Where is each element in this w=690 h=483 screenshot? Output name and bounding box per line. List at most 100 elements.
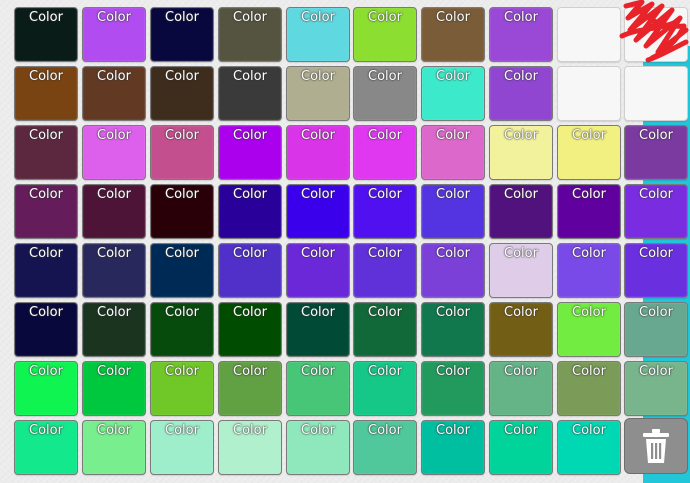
swatch-label: Color bbox=[572, 187, 606, 202]
color-swatch-r2-c6[interactable]: Color bbox=[353, 66, 417, 121]
color-swatch-r4-c2[interactable]: Color bbox=[82, 184, 146, 239]
color-swatch-r3-c5[interactable]: Color bbox=[286, 125, 350, 180]
color-swatch-r8-c8[interactable]: Color bbox=[489, 420, 553, 475]
color-swatch-r4-c8[interactable]: Color bbox=[489, 184, 553, 239]
color-swatch-r7-c9[interactable]: Color bbox=[557, 361, 621, 416]
color-swatch-r3-c10[interactable]: Color bbox=[624, 125, 688, 180]
swatch-label: Color bbox=[233, 10, 267, 25]
delete-color-button[interactable] bbox=[624, 418, 688, 474]
color-swatch-r5-c5[interactable]: Color bbox=[286, 243, 350, 298]
color-swatch-r8-c1[interactable]: Color bbox=[14, 420, 78, 475]
color-swatch-r2-c10[interactable] bbox=[624, 66, 688, 121]
color-swatch-r5-c10[interactable]: Color bbox=[624, 243, 688, 298]
color-swatch-r4-c4[interactable]: Color bbox=[218, 184, 282, 239]
swatch-label: Color bbox=[233, 187, 267, 202]
color-swatch-r5-c3[interactable]: Color bbox=[150, 243, 214, 298]
color-swatch-r3-c2[interactable]: Color bbox=[82, 125, 146, 180]
color-swatch-r7-c10[interactable]: Color bbox=[624, 361, 688, 416]
color-swatch-r1-c5[interactable]: Color bbox=[286, 7, 350, 62]
color-swatch-r1-c9[interactable] bbox=[557, 7, 621, 62]
swatch-label: Color bbox=[97, 10, 131, 25]
color-swatch-r4-c3[interactable]: Color bbox=[150, 184, 214, 239]
color-swatch-r6-c5[interactable]: Color bbox=[286, 302, 350, 357]
color-swatch-r2-c8[interactable]: Color bbox=[489, 66, 553, 121]
color-swatch-r4-c6[interactable]: Color bbox=[353, 184, 417, 239]
color-swatch-r5-c2[interactable]: Color bbox=[82, 243, 146, 298]
color-swatch-r4-c7[interactable]: Color bbox=[421, 184, 485, 239]
color-swatch-r2-c7[interactable]: Color bbox=[421, 66, 485, 121]
color-swatch-r1-c10[interactable] bbox=[624, 7, 688, 62]
color-swatch-r6-c10[interactable]: Color bbox=[624, 302, 688, 357]
color-swatch-r3-c4[interactable]: Color bbox=[218, 125, 282, 180]
swatch-label: Color bbox=[368, 305, 402, 320]
color-swatch-r7-c4[interactable]: Color bbox=[218, 361, 282, 416]
color-swatch-r6-c1[interactable]: Color bbox=[14, 302, 78, 357]
color-swatch-r7-c5[interactable]: Color bbox=[286, 361, 350, 416]
color-swatch-r4-c1[interactable]: Color bbox=[14, 184, 78, 239]
swatch-label: Color bbox=[436, 364, 470, 379]
swatch-label: Color bbox=[97, 364, 131, 379]
color-swatch-r3-c1[interactable]: Color bbox=[14, 125, 78, 180]
swatch-label: Color bbox=[165, 364, 199, 379]
color-swatch-r4-c10[interactable]: Color bbox=[624, 184, 688, 239]
color-swatch-r3-c8[interactable]: Color bbox=[489, 125, 553, 180]
color-swatch-r2-c1[interactable]: Color bbox=[14, 66, 78, 121]
swatch-label: Color bbox=[504, 364, 538, 379]
color-swatch-r7-c3[interactable]: Color bbox=[150, 361, 214, 416]
color-swatch-r3-c9[interactable]: Color bbox=[557, 125, 621, 180]
color-swatch-r8-c7[interactable]: Color bbox=[421, 420, 485, 475]
swatch-label: Color bbox=[436, 246, 470, 261]
color-swatch-r5-c6[interactable]: Color bbox=[353, 243, 417, 298]
color-swatch-r8-c5[interactable]: Color bbox=[286, 420, 350, 475]
swatch-label: Color bbox=[165, 187, 199, 202]
swatch-label: Color bbox=[368, 10, 402, 25]
color-swatch-r2-c3[interactable]: Color bbox=[150, 66, 214, 121]
swatch-label: Color bbox=[301, 69, 335, 84]
color-swatch-r7-c8[interactable]: Color bbox=[489, 361, 553, 416]
color-swatch-r1-c6[interactable]: Color bbox=[353, 7, 417, 62]
color-swatch-r8-c6[interactable]: Color bbox=[353, 420, 417, 475]
color-swatch-r3-c3[interactable]: Color bbox=[150, 125, 214, 180]
color-swatch-r3-c6[interactable]: Color bbox=[353, 125, 417, 180]
color-swatch-r6-c4[interactable]: Color bbox=[218, 302, 282, 357]
color-swatch-r1-c2[interactable]: Color bbox=[82, 7, 146, 62]
color-swatch-r6-c3[interactable]: Color bbox=[150, 302, 214, 357]
color-swatch-r1-c7[interactable]: Color bbox=[421, 7, 485, 62]
color-swatch-r5-c4[interactable]: Color bbox=[218, 243, 282, 298]
color-swatch-r2-c5[interactable]: Color bbox=[286, 66, 350, 121]
swatch-label: Color bbox=[29, 305, 63, 320]
color-swatch-r4-c5[interactable]: Color bbox=[286, 184, 350, 239]
color-swatch-r1-c3[interactable]: Color bbox=[150, 7, 214, 62]
color-swatch-r7-c7[interactable]: Color bbox=[421, 361, 485, 416]
color-swatch-r5-c1[interactable]: Color bbox=[14, 243, 78, 298]
color-swatch-r8-c9[interactable]: Color bbox=[557, 420, 621, 475]
color-swatch-r5-c8[interactable]: Color bbox=[489, 243, 553, 298]
color-swatch-r7-c6[interactable]: Color bbox=[353, 361, 417, 416]
color-swatch-r2-c2[interactable]: Color bbox=[82, 66, 146, 121]
color-swatch-r6-c2[interactable]: Color bbox=[82, 302, 146, 357]
color-swatch-r5-c9[interactable]: Color bbox=[557, 243, 621, 298]
color-swatch-r6-c9[interactable]: Color bbox=[557, 302, 621, 357]
swatch-label: Color bbox=[165, 128, 199, 143]
color-swatch-r6-c8[interactable]: Color bbox=[489, 302, 553, 357]
color-swatch-r6-c6[interactable]: Color bbox=[353, 302, 417, 357]
color-swatch-r2-c4[interactable]: Color bbox=[218, 66, 282, 121]
color-swatch-r6-c7[interactable]: Color bbox=[421, 302, 485, 357]
swatch-label: Color bbox=[368, 128, 402, 143]
color-swatch-r8-c4[interactable]: Color bbox=[218, 420, 282, 475]
swatch-label: Color bbox=[301, 128, 335, 143]
color-swatch-r2-c9[interactable] bbox=[557, 66, 621, 121]
color-swatch-r1-c1[interactable]: Color bbox=[14, 7, 78, 62]
color-swatch-r7-c1[interactable]: Color bbox=[14, 361, 78, 416]
swatch-label: Color bbox=[504, 305, 538, 320]
color-swatch-r5-c7[interactable]: Color bbox=[421, 243, 485, 298]
swatch-label: Color bbox=[29, 364, 63, 379]
color-swatch-r1-c8[interactable]: Color bbox=[489, 7, 553, 62]
swatch-label: Color bbox=[233, 305, 267, 320]
color-swatch-r8-c2[interactable]: Color bbox=[82, 420, 146, 475]
color-swatch-r8-c3[interactable]: Color bbox=[150, 420, 214, 475]
color-swatch-r7-c2[interactable]: Color bbox=[82, 361, 146, 416]
color-swatch-r4-c9[interactable]: Color bbox=[557, 184, 621, 239]
color-swatch-r3-c7[interactable]: Color bbox=[421, 125, 485, 180]
color-swatch-r1-c4[interactable]: Color bbox=[218, 7, 282, 62]
